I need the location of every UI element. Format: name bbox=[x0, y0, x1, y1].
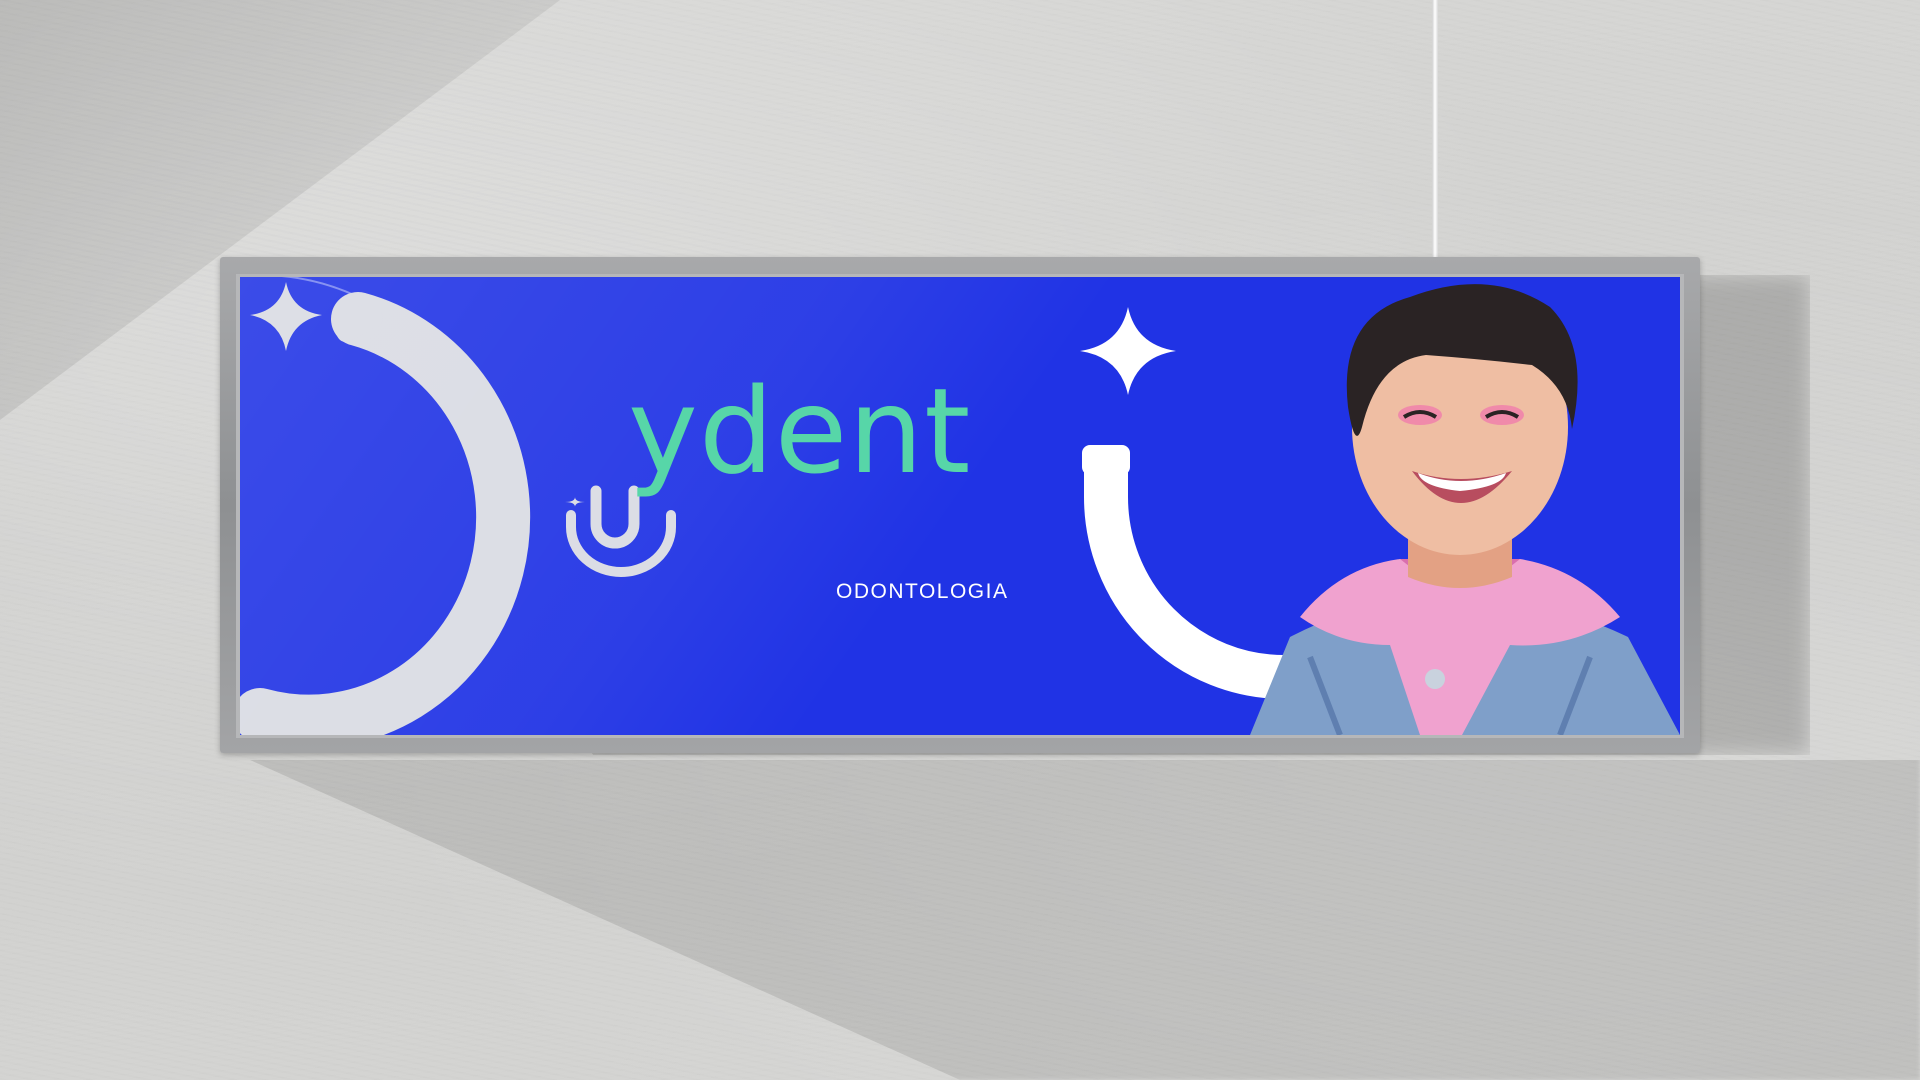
hanging-cable bbox=[1432, 0, 1438, 262]
left-arc-icon bbox=[240, 277, 531, 735]
logo-mark-icon bbox=[565, 485, 676, 577]
brand-tagline: ODONTOLOGIA bbox=[836, 580, 1009, 603]
portrait-photo bbox=[1250, 284, 1680, 735]
sparkle-icon bbox=[250, 282, 322, 351]
billboard-panel bbox=[240, 277, 1680, 735]
brand-wordmark: ydent bbox=[628, 362, 972, 500]
sparkle-icon bbox=[1080, 307, 1176, 395]
